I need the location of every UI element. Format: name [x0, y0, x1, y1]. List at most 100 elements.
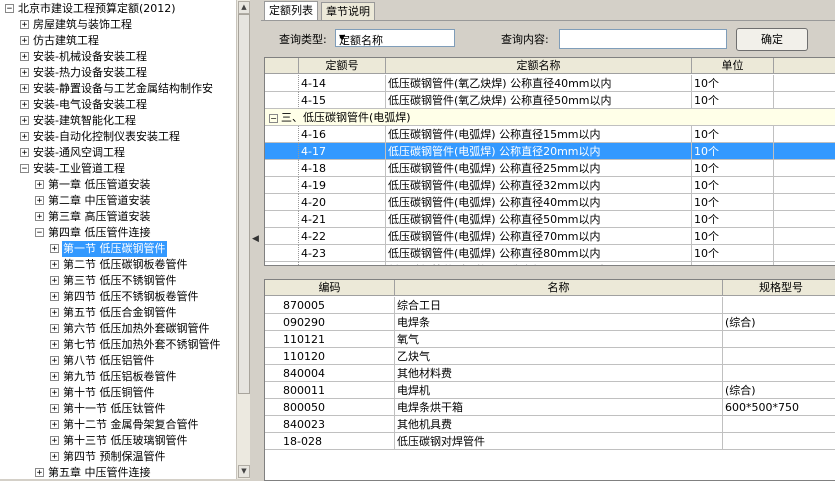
- expand-icon[interactable]: +: [50, 356, 59, 366]
- resource-row[interactable]: 800011 电焊机 (综合): [265, 382, 835, 399]
- tree-item-label[interactable]: 安装-建筑智能化工程: [32, 113, 137, 129]
- resource-header-code[interactable]: 编码: [265, 280, 395, 296]
- confirm-button[interactable]: 确定: [736, 28, 808, 51]
- resource-row[interactable]: 18-028 低压碳钢对焊管件: [265, 433, 835, 450]
- resource-row[interactable]: 110121 氧气: [265, 331, 835, 348]
- collapse-icon[interactable]: −: [20, 164, 29, 174]
- collapse-icon[interactable]: −: [35, 228, 44, 238]
- expand-icon[interactable]: +: [50, 244, 59, 254]
- tree-item-label[interactable]: 第一章 低压管道安装: [47, 177, 152, 193]
- tree-scrollbar[interactable]: ▲ ▼: [236, 0, 250, 479]
- expand-icon[interactable]: +: [50, 388, 59, 398]
- tree-item-label[interactable]: 第六节 低压加热外套碳钢管件: [62, 321, 211, 337]
- tree-item[interactable]: + 第五章 中压管件连接: [0, 465, 236, 479]
- quota-row[interactable]: 4-24低压碳钢管件(电弧焊) 公称直径100mm以内10个: [265, 262, 835, 265]
- tree-item[interactable]: + 安装-建筑智能化工程: [0, 113, 236, 129]
- tree-item[interactable]: + 第五节 低压合金钢管件: [0, 305, 236, 321]
- resource-header-name[interactable]: 名称: [395, 280, 723, 296]
- tree-item[interactable]: − 安装-工业管道工程: [0, 161, 236, 177]
- tree-item-label[interactable]: 房屋建筑与装饰工程: [32, 17, 133, 33]
- expand-icon[interactable]: +: [50, 372, 59, 382]
- quota-row[interactable]: 4-18 低压碳钢管件(电弧焊) 公称直径25mm以内 10个: [265, 160, 835, 177]
- tree-item[interactable]: + 安装-通风空调工程: [0, 145, 236, 161]
- resource-header-spec[interactable]: 规格型号: [723, 280, 835, 296]
- expand-icon[interactable]: +: [20, 148, 29, 158]
- expand-icon[interactable]: +: [50, 452, 59, 462]
- expand-icon[interactable]: +: [20, 132, 29, 142]
- expand-icon[interactable]: +: [50, 340, 59, 350]
- tree-item[interactable]: + 安装-电气设备安装工程: [0, 97, 236, 113]
- tree-item[interactable]: − 北京市建设工程预算定额(2012): [0, 1, 236, 17]
- tab-chapter-notes[interactable]: 章节说明: [321, 2, 375, 20]
- tree-item[interactable]: − 第四章 低压管件连接: [0, 225, 236, 241]
- tree-item[interactable]: + 第七节 低压加热外套不锈钢管件: [0, 337, 236, 353]
- tree-item[interactable]: + 安装-机械设备安装工程: [0, 49, 236, 65]
- expand-icon[interactable]: +: [50, 308, 59, 318]
- tree-item-label[interactable]: 第五章 中压管件连接: [47, 465, 152, 479]
- resource-row[interactable]: 840023 其他机具费: [265, 416, 835, 433]
- scroll-thumb[interactable]: [238, 14, 250, 394]
- tree-item-label[interactable]: 第八节 低压铝管件: [62, 353, 156, 369]
- tree-item[interactable]: + 第三节 低压不锈钢管件: [0, 273, 236, 289]
- tree-item[interactable]: + 第十三节 低压玻璃钢管件: [0, 433, 236, 449]
- expand-icon[interactable]: +: [20, 84, 29, 94]
- tree-item[interactable]: + 第十节 低压铜管件: [0, 385, 236, 401]
- expand-icon[interactable]: +: [20, 36, 29, 46]
- expand-icon[interactable]: +: [50, 404, 59, 414]
- expand-icon[interactable]: +: [50, 292, 59, 302]
- quota-row[interactable]: 4-23 低压碳钢管件(电弧焊) 公称直径80mm以内 10个: [265, 245, 835, 262]
- quota-row[interactable]: 4-14 低压碳钢管件(氧乙炔焊) 公称直径40mm以内 10个: [265, 75, 835, 92]
- tree-item-label[interactable]: 第四节 低压不锈钢板卷管件: [62, 289, 200, 305]
- expand-icon[interactable]: +: [35, 468, 44, 478]
- expand-icon[interactable]: +: [50, 276, 59, 286]
- tree-item-label[interactable]: 北京市建设工程预算定额(2012): [17, 1, 177, 17]
- quota-header-name[interactable]: 定额名称: [386, 58, 692, 74]
- tree-item-label[interactable]: 安装-通风空调工程: [32, 145, 126, 161]
- tree-item[interactable]: + 第九节 低压铝板卷管件: [0, 369, 236, 385]
- tree-item-label[interactable]: 第五节 低压合金钢管件: [62, 305, 178, 321]
- tree-item-label[interactable]: 安装-机械设备安装工程: [32, 49, 148, 65]
- tree-item[interactable]: + 安装-静置设备与工艺金属结构制作安: [0, 81, 236, 97]
- quota-group-row[interactable]: − 三、低压碳钢管件(电弧焊): [265, 109, 835, 126]
- resource-row[interactable]: 840004 其他材料费: [265, 365, 835, 382]
- tree-item[interactable]: + 第四节 预制保温管件: [0, 449, 236, 465]
- resource-row[interactable]: 800050 电焊条烘干箱 600*500*750: [265, 399, 835, 416]
- tree-item-label[interactable]: 第七节 低压加热外套不锈钢管件: [62, 337, 222, 353]
- expand-icon[interactable]: +: [50, 260, 59, 270]
- quota-row[interactable]: 4-21 低压碳钢管件(电弧焊) 公称直径50mm以内 10个: [265, 211, 835, 228]
- resource-row[interactable]: 110120 乙炔气: [265, 348, 835, 365]
- tree-item-label[interactable]: 安装-电气设备安装工程: [32, 97, 148, 113]
- tree-item[interactable]: + 第十二节 金属骨架复合管件: [0, 417, 236, 433]
- resource-table[interactable]: 编码 名称 规格型号 870005 综合工日 090290 电焊条 (综合) 110121…: [264, 279, 835, 481]
- tree-item-label[interactable]: 第十三节 低压玻璃钢管件: [62, 433, 189, 449]
- tree-item[interactable]: + 第一章 低压管道安装: [0, 177, 236, 193]
- quota-row[interactable]: 4-17 低压碳钢管件(电弧焊) 公称直径20mm以内 10个: [265, 143, 835, 160]
- tree-item[interactable]: + 安装-热力设备安装工程: [0, 65, 236, 81]
- scroll-down-button[interactable]: ▼: [238, 465, 250, 478]
- query-content-input[interactable]: [559, 29, 727, 49]
- quota-row[interactable]: 4-19 低压碳钢管件(电弧焊) 公称直径32mm以内 10个: [265, 177, 835, 194]
- panel-splitter[interactable]: ◀: [250, 0, 261, 479]
- resource-row[interactable]: 870005 综合工日: [265, 297, 835, 314]
- tree-item-label[interactable]: 第二节 低压碳钢板卷管件: [62, 257, 189, 273]
- tree-item-label[interactable]: 安装-自动化控制仪表安装工程: [32, 129, 181, 145]
- quota-table[interactable]: 定额号 定额名称 单位 4-14 低压碳钢管件(氧乙炔焊) 公称直径40mm以内 1…: [264, 57, 835, 266]
- collapse-arrow-icon[interactable]: ◀: [252, 234, 259, 244]
- tree-item-label[interactable]: 第四章 低压管件连接: [47, 225, 152, 241]
- tree-item[interactable]: + 第四节 低压不锈钢板卷管件: [0, 289, 236, 305]
- expand-icon[interactable]: +: [20, 100, 29, 110]
- tree-item[interactable]: + 第三章 高压管道安装: [0, 209, 236, 225]
- tree-item-label[interactable]: 第三章 高压管道安装: [47, 209, 152, 225]
- collapse-icon[interactable]: −: [269, 113, 278, 123]
- scroll-up-button[interactable]: ▲: [238, 1, 250, 14]
- expand-icon[interactable]: +: [50, 420, 59, 430]
- chapter-tree[interactable]: − 北京市建设工程预算定额(2012) + 房屋建筑与装饰工程 + 仿古建筑工程 + 安装-机…: [0, 0, 236, 479]
- quota-row[interactable]: 4-20 低压碳钢管件(电弧焊) 公称直径40mm以内 10个: [265, 194, 835, 211]
- quota-row[interactable]: 4-16 低压碳钢管件(电弧焊) 公称直径15mm以内 10个: [265, 126, 835, 143]
- tree-item-label[interactable]: 第十一节 低压钛管件: [62, 401, 167, 417]
- tree-item-label[interactable]: 第十节 低压铜管件: [62, 385, 156, 401]
- tree-item-label[interactable]: 第三节 低压不锈钢管件: [62, 273, 178, 289]
- quota-header-code[interactable]: 定额号: [299, 58, 386, 74]
- tree-item[interactable]: + 仿古建筑工程: [0, 33, 236, 49]
- tree-item[interactable]: + 第二节 低压碳钢板卷管件: [0, 257, 236, 273]
